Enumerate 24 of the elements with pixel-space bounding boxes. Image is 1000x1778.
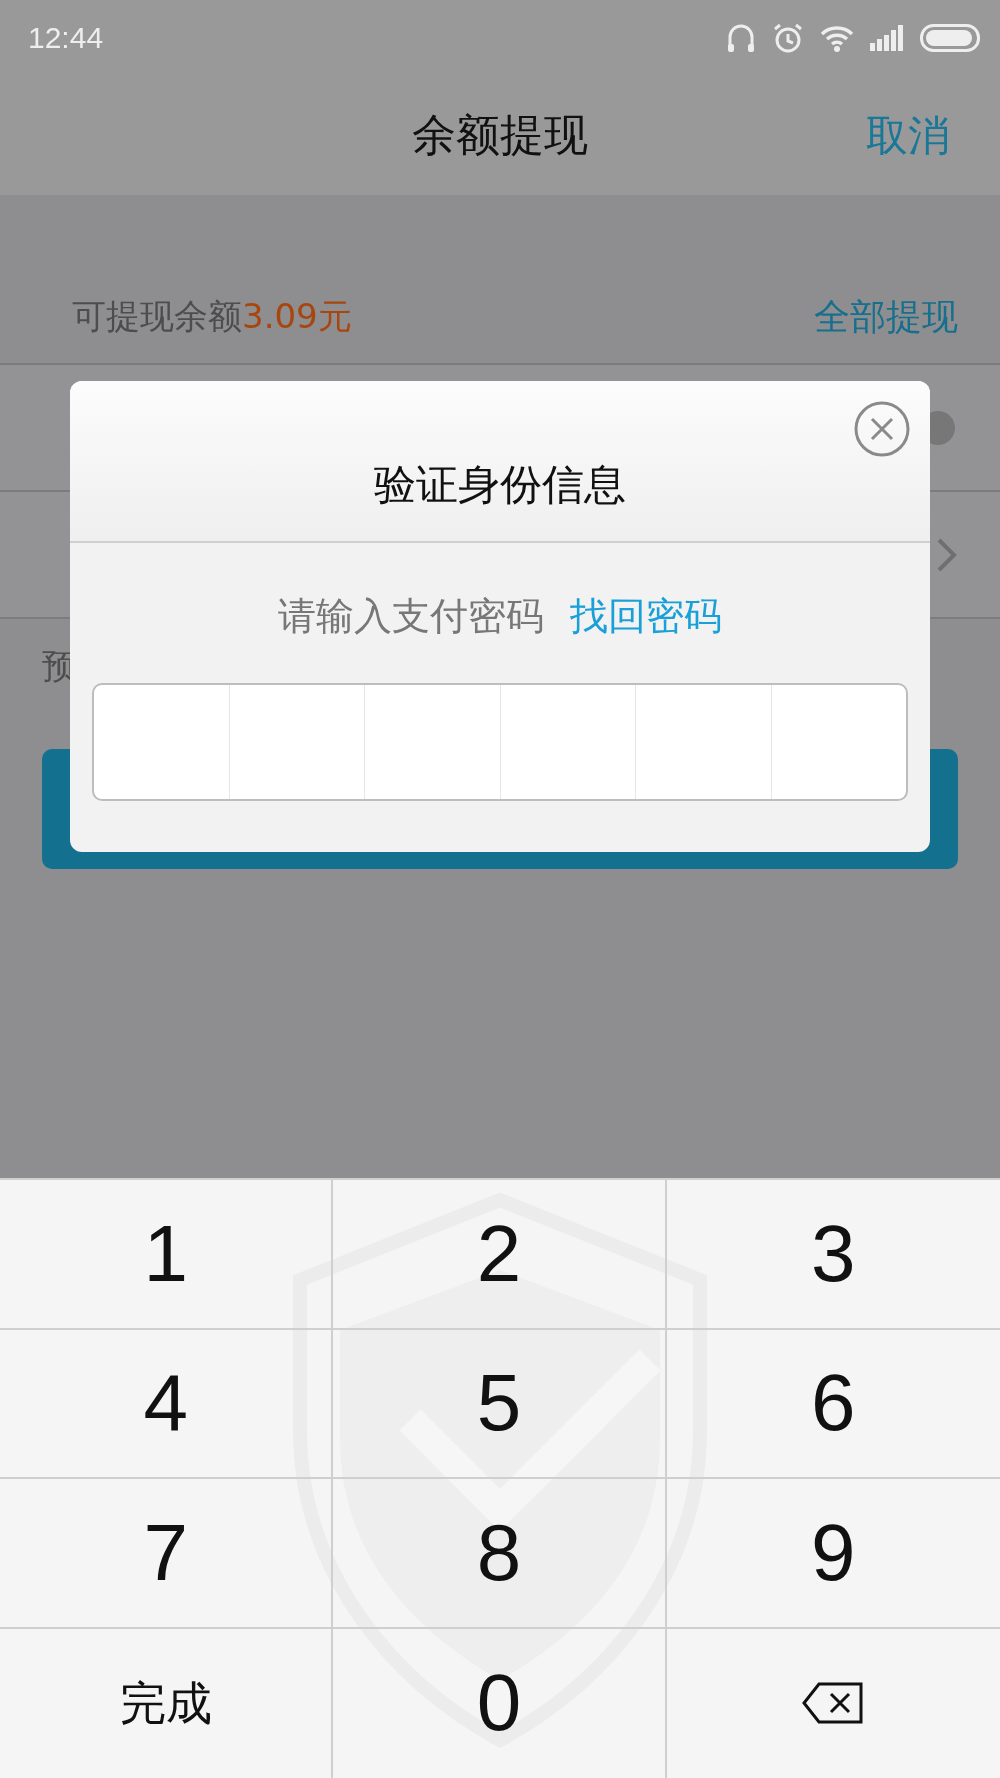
password-prompt: 请输入支付密码 — [278, 593, 544, 640]
chevron-icon — [936, 536, 958, 573]
dialog-title: 验证身份信息 — [374, 460, 626, 509]
alarm-icon — [772, 21, 804, 54]
number-key[interactable]: 4 — [0, 1329, 334, 1479]
page-title: 余额提现 — [412, 108, 588, 162]
backspace-icon — [801, 1681, 866, 1726]
number-key[interactable]: 7 — [0, 1479, 334, 1629]
number-key[interactable]: 8 — [333, 1479, 667, 1629]
balance-text: 可提现余额3.09元 — [72, 295, 352, 338]
number-key[interactable]: 0 — [333, 1628, 667, 1778]
number-key[interactable]: 6 — [666, 1329, 1000, 1479]
status-time: 12:44 — [28, 20, 104, 56]
signal-icon — [870, 24, 904, 51]
battery-icon — [920, 23, 980, 52]
password-field[interactable] — [92, 683, 908, 801]
done-key[interactable]: 完成 — [0, 1628, 334, 1778]
number-key[interactable]: 1 — [0, 1180, 334, 1330]
number-key[interactable]: 9 — [666, 1479, 1000, 1629]
close-button[interactable] — [854, 401, 910, 457]
number-key[interactable]: 2 — [333, 1180, 667, 1330]
wifi-icon — [820, 23, 854, 52]
number-key[interactable]: 5 — [333, 1329, 667, 1479]
number-key[interactable]: 3 — [666, 1180, 1000, 1330]
